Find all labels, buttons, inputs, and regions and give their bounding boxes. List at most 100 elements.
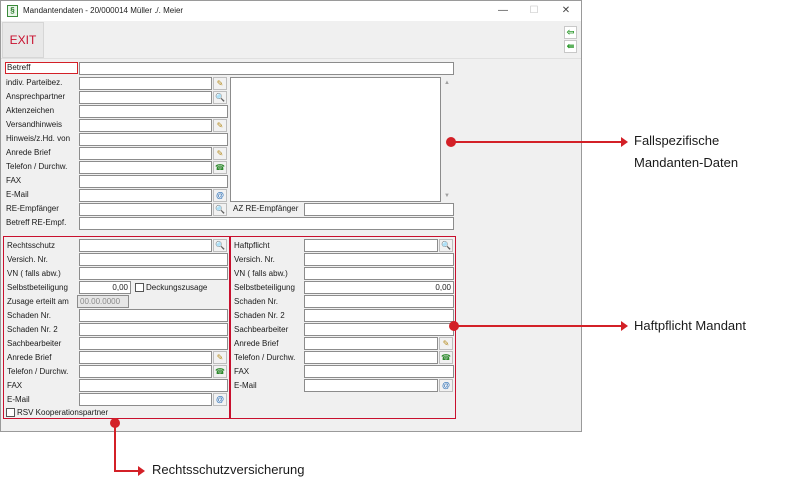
scroll-down-arrow[interactable]: ▼ xyxy=(442,192,452,200)
phone-icon[interactable]: ☎ xyxy=(213,365,227,378)
anrede-brief-label: Anrede Brief xyxy=(6,148,51,157)
vn-label: VN ( falls abw.) xyxy=(7,269,61,278)
az-re-empfaenger-input[interactable] xyxy=(304,203,454,216)
arrow-first-icon[interactable]: ⇚ xyxy=(564,40,577,53)
telefon-input[interactable] xyxy=(79,365,212,378)
schaden-nr2-label: Schaden Nr. 2 xyxy=(7,325,58,334)
telefon-label: Telefon / Durchw. xyxy=(7,367,69,376)
fax-label: FAX xyxy=(234,367,250,376)
sachbearbeiter-label: Sachbearbeiter xyxy=(234,325,289,334)
sachbearbeiter-label: Sachbearbeiter xyxy=(7,339,62,348)
email-label: E-Mail xyxy=(6,190,29,199)
email-input[interactable] xyxy=(79,393,212,406)
edit-icon[interactable]: ✎ xyxy=(213,119,227,132)
callout-line-rechtsschutz-vertical xyxy=(114,423,116,471)
mandantendaten-window: § Mandantendaten - 20/000014 Müller ./. … xyxy=(0,0,582,432)
anrede-brief-input[interactable] xyxy=(79,351,212,364)
fax-label: FAX xyxy=(6,176,22,185)
schaden-nr2-label: Schaden Nr. 2 xyxy=(234,311,285,320)
search-icon[interactable]: 🔍 xyxy=(213,203,227,216)
fax-label: FAX xyxy=(7,381,23,390)
email-label: E-Mail xyxy=(7,395,30,404)
callout-line-fallspezifisch xyxy=(451,141,622,143)
vn-input[interactable] xyxy=(79,267,228,280)
selbstbeteiligung-input[interactable]: 0,00 xyxy=(79,281,131,294)
anrede-brief-input[interactable] xyxy=(79,147,212,160)
email-label: E-Mail xyxy=(234,381,257,390)
window-title: Mandantendaten - 20/000014 Müller ./. Me… xyxy=(23,6,184,15)
hinweis-input[interactable] xyxy=(79,133,228,146)
notes-textarea[interactable] xyxy=(230,77,441,202)
telefon-input[interactable] xyxy=(304,351,438,364)
hinweis-label: Hinweis/z.Hd. von xyxy=(6,134,71,143)
selbstbeteiligung-label: Selbstbeteiligung xyxy=(234,283,295,292)
edit-icon[interactable]: ✎ xyxy=(213,147,227,160)
deckungszusage-label: Deckungszusage xyxy=(146,283,208,292)
rechtsschutz-label: Rechtsschutz xyxy=(7,241,56,250)
search-icon[interactable]: 🔍 xyxy=(213,91,227,104)
versich-nr-input[interactable] xyxy=(304,253,454,266)
betreff-re-label: Betreff RE-Empf. xyxy=(6,218,67,227)
fax-input[interactable] xyxy=(79,175,228,188)
ansprechpartner-input[interactable] xyxy=(79,91,212,104)
betreff-re-input[interactable] xyxy=(79,217,454,230)
schaden-nr-input[interactable] xyxy=(304,295,454,308)
exit-button[interactable]: EXIT xyxy=(2,22,44,58)
minimize-button[interactable]: — xyxy=(493,3,513,19)
anrede-brief-input[interactable] xyxy=(304,337,438,350)
schaden-nr-input[interactable] xyxy=(79,309,228,322)
at-icon[interactable]: @ xyxy=(213,393,227,406)
haftpflicht-label: Haftpflicht xyxy=(234,241,270,250)
aktenzeichen-label: Aktenzeichen xyxy=(6,106,55,115)
maximize-button[interactable]: ☐ xyxy=(524,3,544,19)
ansprechpartner-label: Ansprechpartner xyxy=(6,92,66,101)
close-button[interactable]: ✕ xyxy=(556,3,576,19)
phone-icon[interactable]: ☎ xyxy=(213,161,227,174)
schaden-nr-label: Schaden Nr. xyxy=(234,297,279,306)
phone-icon[interactable]: ☎ xyxy=(439,351,453,364)
versandhinweis-input[interactable] xyxy=(79,119,212,132)
indiv-parteibez-input[interactable] xyxy=(79,77,212,90)
selbstbeteiligung-input[interactable]: 0,00 xyxy=(304,281,454,294)
app-icon: § xyxy=(7,5,18,17)
versandhinweis-label: Versandhinweis xyxy=(6,120,63,129)
betreff-input[interactable] xyxy=(79,62,454,75)
telefon-label: Telefon / Durchw. xyxy=(6,162,68,171)
re-empfaenger-input[interactable] xyxy=(79,203,212,216)
deckungszusage-checkbox[interactable] xyxy=(135,283,144,292)
edit-icon[interactable]: ✎ xyxy=(439,337,453,350)
schaden-nr2-input[interactable] xyxy=(304,309,454,322)
anrede-brief-label: Anrede Brief xyxy=(234,339,279,348)
schaden-nr2-input[interactable] xyxy=(79,323,228,336)
callout-rechtsschutz: Rechtsschutzversicherung xyxy=(152,462,305,477)
search-icon[interactable]: 🔍 xyxy=(213,239,227,252)
callout-fallspezifisch-line1: Fallspezifische xyxy=(634,133,720,148)
indiv-parteibez-label: indiv. Parteibez. xyxy=(6,78,63,87)
sachbearbeiter-input[interactable] xyxy=(304,323,454,336)
rsv-kooperation-checkbox[interactable] xyxy=(6,408,15,417)
fax-input[interactable] xyxy=(304,365,454,378)
aktenzeichen-input[interactable] xyxy=(79,105,228,118)
re-empfaenger-label: RE-Empfänger xyxy=(6,204,59,213)
rechtsschutz-input[interactable] xyxy=(79,239,212,252)
telefon-label: Telefon / Durchw. xyxy=(234,353,296,362)
scroll-up-arrow[interactable]: ▲ xyxy=(442,79,452,87)
edit-icon[interactable]: ✎ xyxy=(213,77,227,90)
email-input[interactable] xyxy=(304,379,438,392)
zusage-date-input[interactable]: 00.00.0000 xyxy=(77,295,129,308)
rsv-kooperation-label: RSV Kooperationspartner xyxy=(17,408,109,417)
at-icon[interactable]: @ xyxy=(213,189,227,202)
fax-input[interactable] xyxy=(79,379,228,392)
telefon-input[interactable] xyxy=(79,161,212,174)
arrow-left-icon[interactable]: ⇦ xyxy=(564,26,577,39)
email-input[interactable] xyxy=(79,189,212,202)
vn-input[interactable] xyxy=(304,267,454,280)
callout-line-haftpflicht xyxy=(454,325,622,327)
edit-icon[interactable]: ✎ xyxy=(213,351,227,364)
anrede-brief-label: Anrede Brief xyxy=(7,353,52,362)
at-icon[interactable]: @ xyxy=(439,379,453,392)
search-icon[interactable]: 🔍 xyxy=(439,239,453,252)
haftpflicht-input[interactable] xyxy=(304,239,438,252)
sachbearbeiter-input[interactable] xyxy=(79,337,228,350)
versich-nr-input[interactable] xyxy=(79,253,228,266)
